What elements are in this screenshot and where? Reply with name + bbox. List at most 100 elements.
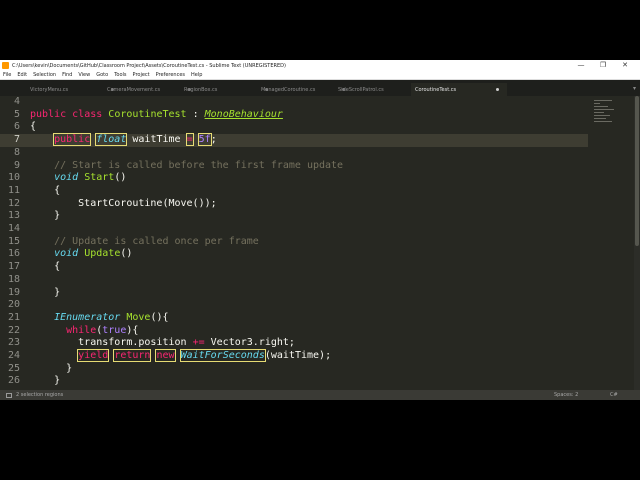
menu-find[interactable]: Find	[59, 72, 75, 78]
code-editor[interactable]: 4 5 public class CoroutineTest : MonoBehav…	[0, 96, 640, 390]
panel-toggle-icon[interactable]	[6, 392, 12, 398]
line-number: 10	[7, 172, 20, 184]
code-token: WaitForSeconds	[179, 349, 266, 362]
selection-status: 2 selection regions	[16, 392, 64, 398]
code-token: ()	[114, 172, 127, 184]
code-line[interactable]: 4	[0, 96, 588, 109]
menu-selection[interactable]: Selection	[30, 72, 59, 78]
code-token: IEnumerator	[54, 311, 121, 323]
menu-bar: File Edit Selection Find View Goto Tools…	[0, 71, 640, 80]
close-button[interactable]: ✕	[614, 60, 636, 71]
code-line[interactable]: 9 // Start is called before the first fr…	[0, 160, 588, 173]
menu-tools[interactable]: Tools	[111, 72, 129, 78]
scrollbar-thumb[interactable]	[635, 96, 639, 246]
code-text: // Start is called before the first fram…	[30, 160, 343, 173]
line-number: 15	[7, 235, 20, 247]
syntax-status[interactable]: C#	[610, 390, 618, 400]
code-line[interactable]: 12 StartCoroutine(Move());	[0, 198, 588, 211]
code-line[interactable]: 26 }	[0, 375, 588, 388]
code-token: StartCoroutine(Move());	[30, 197, 217, 209]
menu-project[interactable]: Project	[130, 72, 153, 78]
line-number: 8	[13, 146, 20, 158]
code-text: {	[30, 185, 60, 198]
indentation-status[interactable]: Spaces: 2	[554, 390, 578, 400]
code-token: ()	[120, 248, 133, 260]
code-line[interactable]: 15 // Update is called once per frame	[0, 236, 588, 249]
menu-help[interactable]: Help	[188, 72, 205, 78]
code-line[interactable]: 24 yield return new WaitForSeconds(waitT…	[0, 349, 588, 363]
code-line[interactable]: 10 void Start()	[0, 172, 588, 185]
code-token: class	[72, 108, 103, 120]
line-number: 21	[7, 311, 20, 323]
code-token: new	[155, 349, 176, 362]
code-token: Update	[84, 248, 121, 260]
code-line[interactable]: 11 {	[0, 185, 588, 198]
line-number: 13	[7, 210, 20, 222]
code-line[interactable]: 25 }	[0, 363, 588, 376]
tab-bar: VictoryMenu.cs CameraMovement.cs RegionB…	[0, 80, 640, 96]
code-line[interactable]: 16 void Update()	[0, 248, 588, 261]
line-number: 26	[7, 375, 20, 387]
sublime-text-window: C:\Users\kevin\Documents\GitHub\Classroo…	[0, 60, 640, 400]
code-line[interactable]: 18	[0, 274, 588, 287]
line-number: 24	[7, 350, 20, 361]
code-text: }	[30, 375, 60, 388]
title-bar: C:\Users\kevin\Documents\GitHub\Classroo…	[0, 60, 640, 71]
menu-view[interactable]: View	[75, 72, 93, 78]
tab-label: RegionBox.cs	[184, 86, 218, 93]
code-line[interactable]: 23 transform.position += Vector3.right;	[0, 337, 588, 350]
menu-goto[interactable]: Goto	[93, 72, 111, 78]
minimize-button[interactable]: —	[570, 60, 592, 71]
code-token: ;	[210, 134, 217, 146]
code-token: +=	[192, 337, 205, 349]
code-token: {	[30, 184, 61, 196]
code-text: void Start()	[30, 172, 126, 185]
menu-edit[interactable]: Edit	[14, 72, 30, 78]
code-text: while(true){	[30, 325, 138, 338]
line-number: 16	[7, 248, 20, 260]
code-text: IEnumerator Move(){	[30, 311, 168, 325]
code-token: MonoBehaviour	[204, 108, 283, 120]
menu-file[interactable]: File	[0, 72, 14, 78]
vertical-scrollbar[interactable]	[634, 96, 640, 390]
code-token: while	[66, 324, 97, 336]
code-line[interactable]: 8	[0, 147, 588, 160]
code-line[interactable]: 13 }	[0, 210, 588, 223]
code-line[interactable]: 21 IEnumerator Move(){	[0, 312, 588, 325]
code-line[interactable]: 17 {	[0, 261, 588, 274]
tab-coroutine-test[interactable]: CoroutineTest.cs	[411, 83, 507, 96]
tab-label: SideScrollPatrol.cs	[338, 86, 384, 93]
code-line[interactable]: 22 while(true){	[0, 325, 588, 338]
code-line[interactable]: 5 public class CoroutineTest : MonoBehavi…	[0, 109, 588, 122]
code-text: {	[30, 261, 60, 274]
line-number: 17	[7, 261, 20, 273]
line-number: 7	[13, 134, 20, 146]
code-line[interactable]: 20	[0, 299, 588, 312]
menu-preferences[interactable]: Preferences	[153, 72, 188, 78]
code-line[interactable]: 7 public float waitTime = 5f;	[0, 133, 588, 147]
tab-overflow-chevron-icon[interactable]: ▾	[633, 85, 636, 92]
code-line[interactable]: 14	[0, 223, 588, 236]
code-token: transform.position	[30, 337, 193, 349]
tab-close-icon[interactable]	[496, 88, 499, 91]
code-line[interactable]: 19 }	[0, 287, 588, 300]
status-bar: 2 selection regions Spaces: 2 C#	[0, 390, 640, 400]
code-text: {	[30, 121, 36, 134]
minimap[interactable]	[586, 96, 640, 390]
maximize-button[interactable]: ❐	[592, 60, 614, 71]
code-token: Move	[126, 311, 151, 323]
line-number: 14	[7, 223, 20, 234]
tab-label: CameraMovement.cs	[107, 86, 161, 93]
code-token: {	[30, 121, 37, 133]
code-token: }	[30, 362, 73, 374]
code-token: (waitTime);	[264, 350, 332, 361]
tab-label: CoroutineTest.cs	[415, 86, 457, 93]
code-line[interactable]: 6{	[0, 121, 588, 134]
code-text: public class CoroutineTest : MonoBehavio…	[30, 109, 283, 122]
code-token: waitTime	[126, 134, 187, 146]
code-token: {	[30, 261, 61, 273]
